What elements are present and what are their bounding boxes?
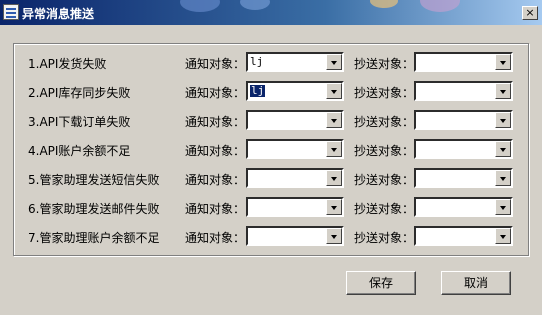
cc-combobox[interactable]	[414, 139, 513, 159]
notify-combobox[interactable]: lj	[246, 52, 344, 72]
cc-label: 抄送对象：	[354, 57, 415, 71]
chevron-down-icon[interactable]	[326, 141, 342, 157]
window-title: 异常消息推送	[22, 7, 95, 21]
notify-combobox[interactable]	[246, 110, 344, 130]
cc-label: 抄送对象：	[354, 115, 415, 129]
save-button[interactable]: 保存	[346, 271, 416, 295]
notify-value: lj	[250, 84, 266, 97]
notify-combobox[interactable]	[246, 226, 344, 246]
cc-combobox[interactable]	[414, 197, 513, 217]
cc-label: 抄送对象：	[354, 202, 415, 216]
cc-combobox[interactable]	[414, 168, 513, 188]
cc-combobox[interactable]	[414, 226, 513, 246]
cc-combobox[interactable]	[414, 52, 513, 72]
row-label: 2.API库存同步失败	[28, 86, 131, 100]
setting-row: 5.管家助理发送短信失败 通知对象： 抄送对象：	[0, 168, 542, 188]
chevron-down-icon[interactable]	[495, 54, 511, 70]
setting-row: 6.管家助理发送邮件失败 通知对象： 抄送对象：	[0, 197, 542, 217]
row-label: 3.API下载订单失败	[28, 115, 131, 129]
row-label: 5.管家助理发送短信失败	[28, 173, 160, 187]
title-decoration	[140, 0, 290, 25]
notify-label: 通知对象：	[185, 115, 246, 129]
notify-label: 通知对象：	[185, 173, 246, 187]
setting-row: 4.API账户余额不足 通知对象： 抄送对象：	[0, 139, 542, 159]
notify-combobox[interactable]	[246, 139, 344, 159]
notify-label: 通知对象：	[185, 231, 246, 245]
app-window-icon	[3, 4, 19, 20]
notify-combobox[interactable]: lj	[246, 81, 344, 101]
cc-label: 抄送对象：	[354, 144, 415, 158]
row-label: 6.管家助理发送邮件失败	[28, 202, 160, 216]
chevron-down-icon[interactable]	[326, 228, 342, 244]
chevron-down-icon[interactable]	[495, 199, 511, 215]
notify-label: 通知对象：	[185, 57, 246, 71]
cc-combobox[interactable]	[414, 110, 513, 130]
notify-combobox[interactable]	[246, 168, 344, 188]
title-bar: 异常消息推送 ×	[0, 0, 542, 25]
notify-combobox[interactable]	[246, 197, 344, 217]
cc-label: 抄送对象：	[354, 86, 415, 100]
chevron-down-icon[interactable]	[495, 83, 511, 99]
notify-label: 通知对象：	[185, 144, 246, 158]
notify-value: lj	[250, 55, 264, 68]
notify-label: 通知对象：	[185, 86, 246, 100]
row-label: 4.API账户余额不足	[28, 144, 131, 158]
cc-combobox[interactable]	[414, 81, 513, 101]
cc-label: 抄送对象：	[354, 173, 415, 187]
row-label: 1.API发货失败	[28, 57, 107, 71]
setting-row: 1.API发货失败 通知对象： lj 抄送对象：	[0, 52, 542, 72]
dialog-window: 异常消息推送 × 1.API发货失败 通知对象： lj 抄送对象： 2.API库存同步失…	[0, 0, 542, 315]
row-label: 7.管家助理账户余额不足	[28, 231, 160, 245]
cancel-button[interactable]: 取消	[441, 271, 511, 295]
chevron-down-icon[interactable]	[326, 199, 342, 215]
chevron-down-icon[interactable]	[326, 54, 342, 70]
chevron-down-icon[interactable]	[326, 112, 342, 128]
setting-row: 3.API下载订单失败 通知对象： 抄送对象：	[0, 110, 542, 130]
setting-row: 2.API库存同步失败 通知对象： lj 抄送对象：	[0, 81, 542, 101]
chevron-down-icon[interactable]	[326, 170, 342, 186]
title-decoration-right	[340, 0, 490, 25]
cc-label: 抄送对象：	[354, 231, 415, 245]
close-button[interactable]: ×	[522, 6, 538, 20]
chevron-down-icon[interactable]	[495, 170, 511, 186]
setting-row: 7.管家助理账户余额不足 通知对象： 抄送对象：	[0, 226, 542, 246]
close-icon: ×	[525, 6, 535, 19]
chevron-down-icon[interactable]	[326, 83, 342, 99]
chevron-down-icon[interactable]	[495, 141, 511, 157]
notify-label: 通知对象：	[185, 202, 246, 216]
chevron-down-icon[interactable]	[495, 228, 511, 244]
chevron-down-icon[interactable]	[495, 112, 511, 128]
